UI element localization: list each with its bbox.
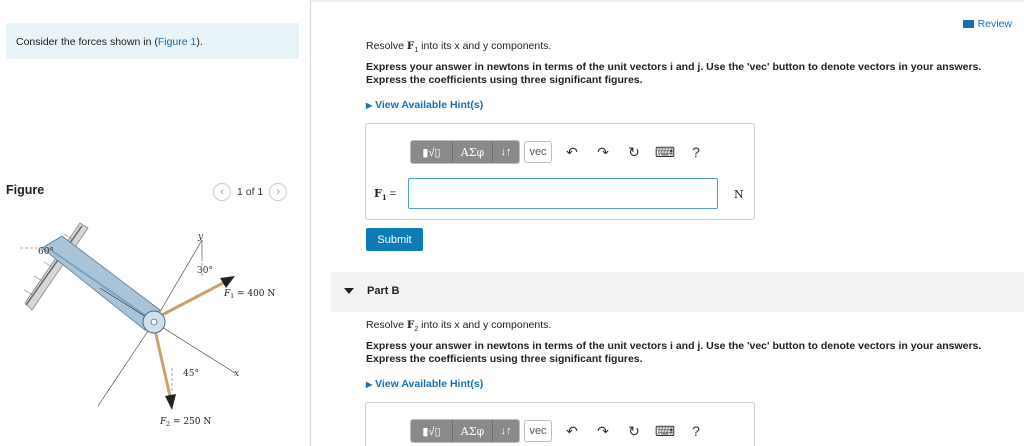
- y-axis-rotated: [153, 239, 203, 323]
- part-a-toolbar: ▮√▯ ΑΣφ ↓↑ vec ↶ ↷ ↻ ⌨ ?: [410, 140, 707, 164]
- greek-button[interactable]: ΑΣφ: [453, 420, 493, 442]
- toolbar-group: ▮√▯ ΑΣφ ↓↑: [410, 419, 520, 443]
- member-bar: [41, 235, 161, 331]
- vec-button[interactable]: vec: [524, 420, 552, 442]
- part-b-toolbar: ▮√▯ ΑΣφ ↓↑ vec ↶ ↷ ↻ ⌨ ?: [410, 419, 707, 443]
- vec-button[interactable]: vec: [524, 141, 552, 163]
- figure-link[interactable]: Figure 1: [158, 36, 197, 48]
- submit-button[interactable]: Submit: [366, 228, 423, 251]
- angle-60-label: 60°: [38, 247, 54, 257]
- part-b-header[interactable]: [331, 272, 1024, 312]
- redo-icon[interactable]: ↷: [592, 141, 614, 163]
- figure-pager: ‹ 1 of 1 ›: [213, 183, 288, 201]
- top-divider: [311, 0, 1024, 2]
- greek-button[interactable]: ΑΣφ: [453, 141, 493, 163]
- part-b-answer-box: ▮√▯ ΑΣφ ↓↑ vec ↶ ↷ ↻ ⌨ ?: [365, 402, 755, 446]
- review-link[interactable]: Review: [962, 18, 1012, 30]
- arrows-button[interactable]: ↓↑: [493, 141, 519, 163]
- template-button[interactable]: ▮√▯: [411, 141, 453, 163]
- collapse-icon[interactable]: [344, 288, 354, 294]
- intro-text-suffix: ).: [196, 36, 203, 48]
- part-b-instruction-2: Express the coefficients using three sig…: [366, 353, 643, 365]
- force-f2-arrowhead: [165, 394, 176, 410]
- force-figure: 60° y 30° F1 = 400 N x 45° F2 = 250 N: [20, 218, 300, 433]
- help-icon[interactable]: ?: [685, 141, 707, 163]
- reset-icon[interactable]: ↻: [623, 420, 645, 442]
- figure-title: Figure: [6, 183, 45, 197]
- keyboard-icon[interactable]: ⌨: [654, 141, 676, 163]
- x-axis-label: x: [234, 369, 239, 379]
- review-label: Review: [977, 18, 1012, 30]
- unit-label: N: [734, 188, 744, 201]
- part-a-hint-link[interactable]: ▶ View Available Hint(s): [366, 99, 483, 111]
- triangle-right-icon: ▶: [366, 380, 373, 389]
- reset-icon[interactable]: ↻: [623, 141, 645, 163]
- review-icon: [962, 20, 974, 28]
- f2-label: F2 = 250 N: [159, 417, 211, 428]
- intro-box: Consider the forces shown in (Figure 1).: [6, 23, 299, 59]
- template-button[interactable]: ▮√▯: [411, 420, 453, 442]
- f1-label: F1 = 400 N: [223, 289, 275, 300]
- f1-eq-label: F1 =: [374, 187, 397, 203]
- force-f2-arrow: [153, 329, 172, 397]
- left-panel: Consider the forces shown in (Figure 1).…: [0, 0, 311, 446]
- part-a-answer-box: ▮√▯ ΑΣφ ↓↑ vec ↶ ↷ ↻ ⌨ ? F1 = N: [365, 123, 755, 220]
- arrows-button[interactable]: ↓↑: [493, 420, 519, 442]
- intro-text-prefix: Consider the forces shown in (: [16, 36, 158, 48]
- part-a-prompt: Resolve F1 into its x and y components.: [366, 40, 552, 55]
- toolbar-group: ▮√▯ ΑΣφ ↓↑: [410, 140, 520, 164]
- triangle-right-icon: ▶: [366, 101, 373, 110]
- force-f1-arrow: [159, 280, 226, 318]
- undo-icon[interactable]: ↶: [561, 420, 583, 442]
- hub-pin: [150, 318, 158, 326]
- part-b-instruction-1: Express your answer in newtons in terms …: [366, 340, 982, 352]
- pager-text: 1 of 1: [237, 186, 264, 198]
- next-figure-button[interactable]: ›: [269, 183, 288, 201]
- part-a-instruction-1: Express your answer in newtons in terms …: [366, 61, 982, 73]
- angle-45-label: 45°: [183, 369, 199, 379]
- part-a-instruction-2: Express the coefficients using three sig…: [366, 74, 643, 86]
- part-b-prompt: Resolve F2 into its x and y components.: [366, 319, 552, 334]
- help-icon[interactable]: ?: [685, 420, 707, 442]
- y-axis-label: y: [197, 232, 204, 242]
- angle-30-label: 30°: [197, 266, 213, 276]
- undo-icon[interactable]: ↶: [561, 141, 583, 163]
- x-axis-line: [153, 321, 236, 374]
- right-panel: Review Resolve F1 into its x and y compo…: [311, 0, 1024, 446]
- part-b-title: Part B: [367, 285, 400, 297]
- force-diagram: 60° y 30° F1 = 400 N x 45° F2 = 250 N: [20, 222, 275, 428]
- redo-icon[interactable]: ↷: [592, 420, 614, 442]
- prev-figure-button[interactable]: ‹: [213, 183, 231, 201]
- keyboard-icon[interactable]: ⌨: [654, 420, 676, 442]
- f1-answer-input[interactable]: [408, 178, 718, 209]
- axis-extension: [97, 321, 155, 407]
- part-b-hint-link[interactable]: ▶ View Available Hint(s): [366, 378, 483, 390]
